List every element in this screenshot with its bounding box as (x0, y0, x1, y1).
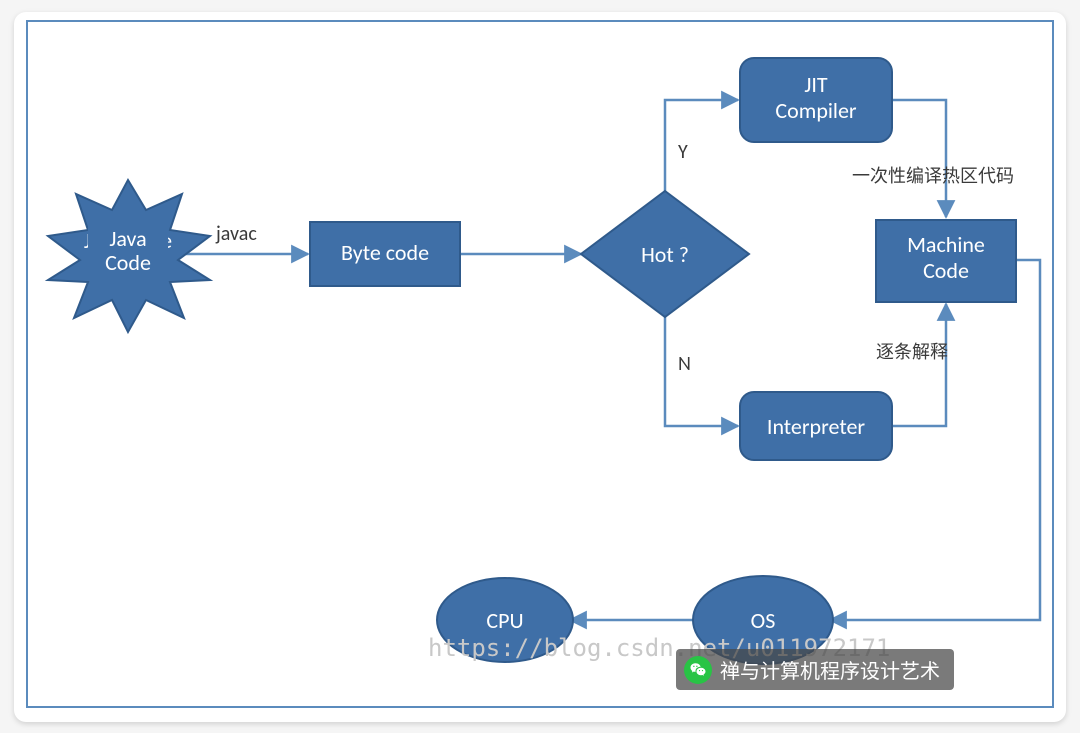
interpreter-label: Interpreter (767, 413, 865, 440)
compile-path-label: 一次性编译热区代码 (852, 165, 1014, 187)
byte-code-label: Byte code (341, 239, 429, 266)
javac-label: javac (215, 222, 257, 246)
jit-label-2: Compiler (775, 97, 857, 124)
jit-compiler-node: JIT Compiler (740, 58, 892, 142)
jit-label-1: JIT (804, 71, 828, 98)
cpu-label: CPU (486, 607, 523, 634)
diagram-svg: Java Code Java Code Byte code Hot ? (28, 22, 1056, 706)
interpret-path-label: 逐条解释 (876, 341, 948, 363)
yes-label: Y (678, 140, 688, 164)
hot-decision-node: Hot ? (581, 191, 749, 317)
footer-text: 禅与计算机程序设计艺术 (720, 655, 940, 684)
diagram-border: Java Code Java Code Byte code Hot ? (26, 20, 1054, 708)
hot-label: Hot ? (641, 241, 689, 268)
machine-label-2: Code (923, 257, 969, 284)
diagram-frame: Java Code Java Code Byte code Hot ? (14, 12, 1066, 722)
interpreter-node: Interpreter (740, 392, 892, 460)
machine-label-1: Machine (907, 231, 985, 258)
machine-code-node: Machine Code (876, 220, 1016, 302)
svg-text:Code: Code (105, 249, 151, 276)
byte-code-node: Byte code (310, 222, 460, 286)
no-label: N (678, 352, 691, 376)
wechat-icon (684, 656, 712, 684)
svg-text:Java: Java (109, 225, 146, 252)
wechat-attribution: 禅与计算机程序设计艺术 (676, 649, 954, 690)
os-label: OS (751, 607, 776, 634)
java-code-text: Java Code (88, 225, 168, 276)
